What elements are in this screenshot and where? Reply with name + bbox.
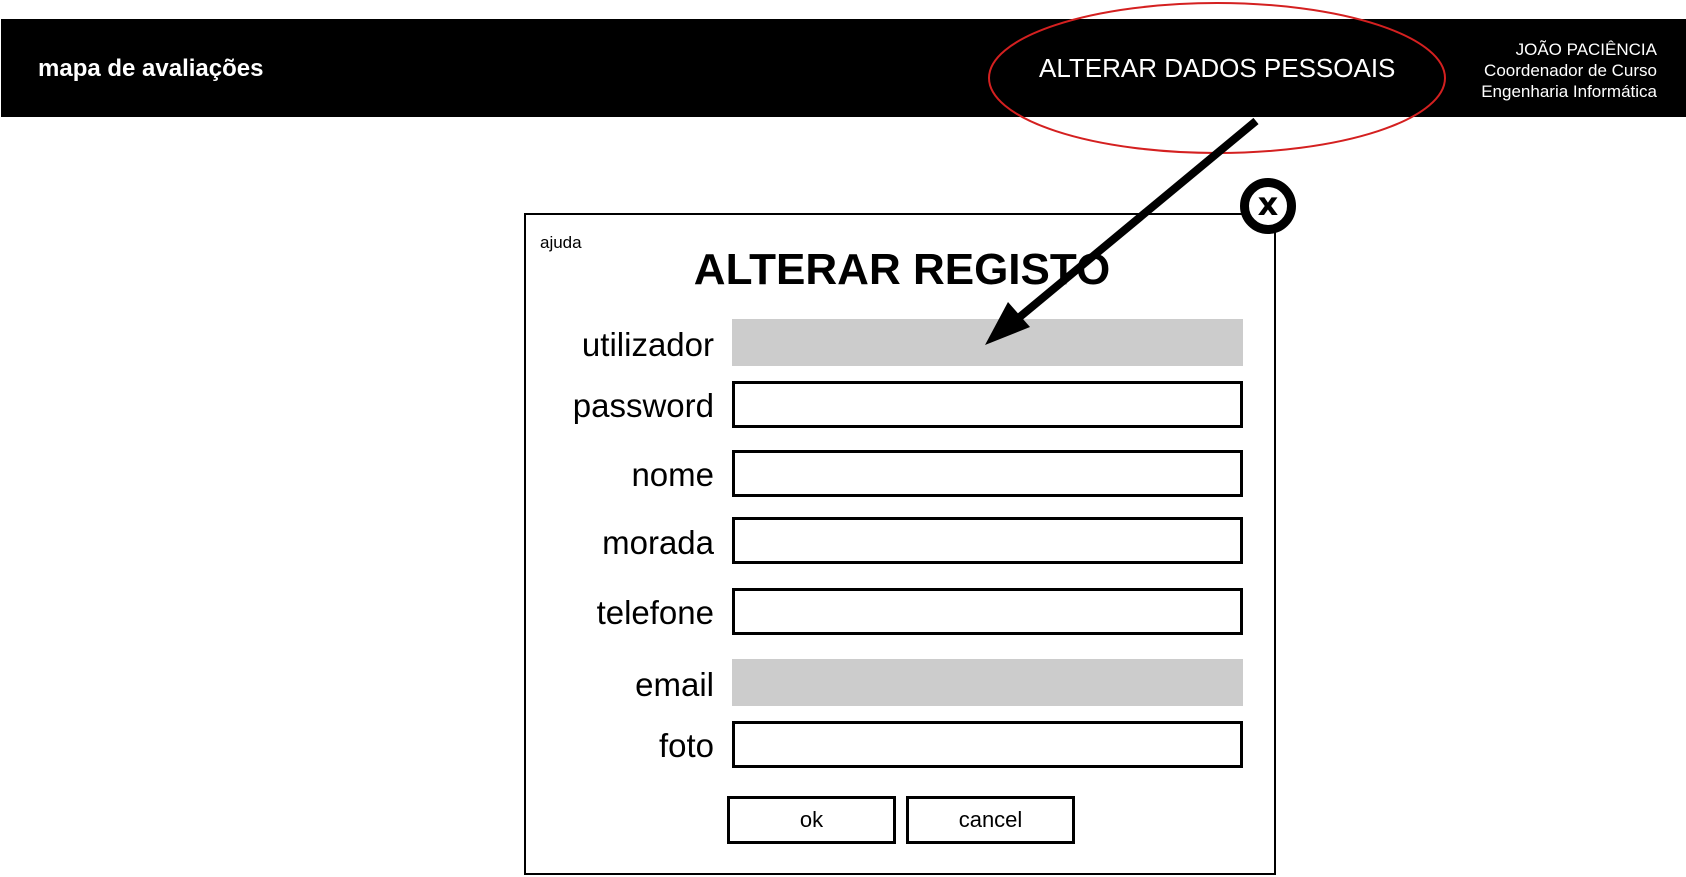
password-field[interactable] (732, 381, 1243, 428)
foto-field[interactable] (732, 721, 1243, 768)
telefone-field[interactable] (732, 588, 1243, 635)
ok-button[interactable]: ok (727, 796, 896, 844)
field-label-telefone: telefone (596, 594, 714, 631)
alter-personal-data-link[interactable]: ALTERAR DADOS PESSOAIS (1039, 53, 1395, 84)
field-labels: utilizador password nome morada telefone… (514, 0, 714, 877)
email-field (732, 659, 1243, 706)
field-label-utilizador: utilizador (581, 326, 714, 363)
top-bar: mapa de avaliações ALTERAR DADOS PESSOAI… (1, 19, 1686, 117)
user-info: JOÃO PACIÊNCIA Coordenador de Curso Enge… (1481, 39, 1657, 102)
utilizador-field (732, 319, 1243, 366)
nome-field[interactable] (732, 450, 1243, 497)
user-role: Coordenador de Curso (1484, 61, 1657, 80)
field-label-nome: nome (631, 456, 714, 493)
field-label-foto: foto (658, 727, 714, 764)
cancel-button[interactable]: cancel (906, 796, 1075, 844)
field-label-password: password (572, 387, 714, 424)
close-icon[interactable]: x (1240, 178, 1296, 234)
field-label-morada: morada (602, 524, 714, 561)
user-name: JOÃO PACIÊNCIA (1515, 40, 1657, 59)
user-department: Engenharia Informática (1481, 82, 1657, 101)
app-title-link[interactable]: mapa de avaliações (38, 55, 263, 83)
morada-field[interactable] (732, 517, 1243, 564)
field-label-email: email (635, 666, 714, 703)
